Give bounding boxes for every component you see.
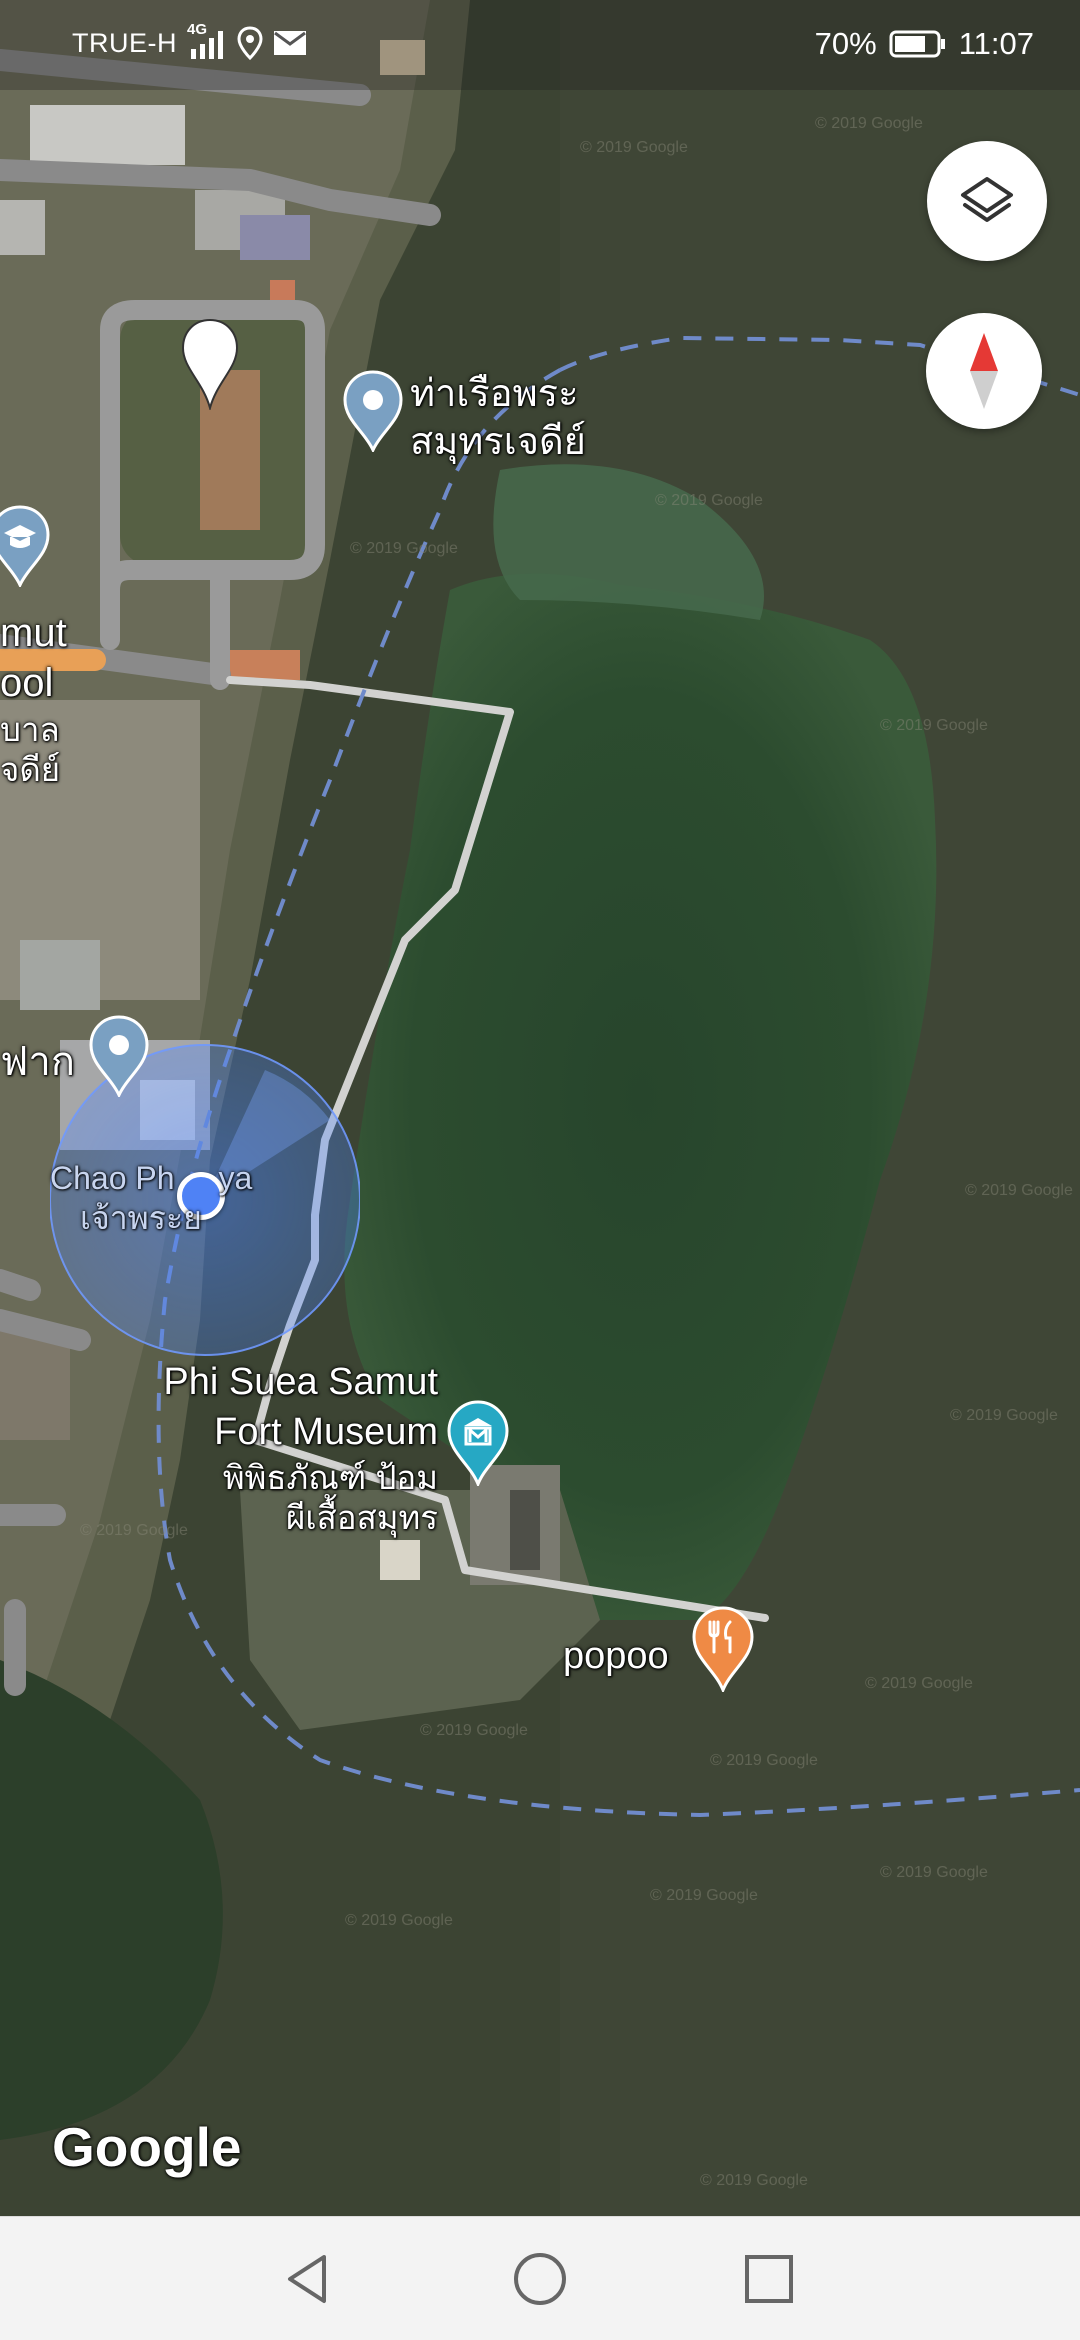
compass-icon — [970, 333, 998, 409]
chao-phraya-label-th: เจ้าพระย — [80, 1200, 202, 1236]
pier-label-line2: สมุทรเจดีย์ — [410, 421, 586, 463]
pier-place-pin-icon[interactable] — [343, 370, 403, 452]
museum-label-line4: ผีเสื้อสมุทร — [286, 1499, 438, 1536]
svg-text:© 2019 Google: © 2019 Google — [345, 1912, 453, 1929]
museum-label-line1: Phi Suea Samut — [163, 1361, 438, 1403]
back-button[interactable] — [270, 2241, 346, 2317]
home-button[interactable] — [502, 2241, 578, 2317]
carrier-name: TRUE-H — [72, 27, 177, 58]
compass-button[interactable] — [926, 313, 1042, 429]
svg-text:© 2019 Google: © 2019 Google — [815, 115, 923, 132]
school-label-line4: จดีย์ — [0, 751, 61, 788]
pier-label[interactable]: ท่าเรือพระ สมุทรเจดีย์ — [410, 370, 586, 466]
layers-icon — [961, 177, 1013, 222]
restaurant-label[interactable]: popoo — [563, 1632, 669, 1680]
svg-text:© 2019 Google: © 2019 Google — [80, 1522, 188, 1539]
museum-label-thai: พิพิธภัณฑ์ ป้อม ผีเสื้อสมุทร — [223, 1458, 438, 1538]
battery-icon — [889, 30, 945, 58]
home-icon — [514, 2253, 566, 2305]
recents-icon — [745, 2255, 793, 2303]
mail-icon — [274, 31, 306, 55]
museum-label[interactable]: Phi Suea Samut — [163, 1358, 438, 1406]
svg-text:© 2019 Google: © 2019 Google — [655, 492, 763, 509]
school-label-line2: ool — [0, 661, 54, 705]
clock: 11:07 — [958, 26, 1034, 61]
svg-text:© 2019 Google: © 2019 Google — [580, 139, 688, 156]
recents-button[interactable] — [731, 2241, 807, 2317]
google-logo: Google — [52, 2116, 242, 2178]
pier-label-line1: ท่าเรือพระ — [410, 373, 579, 415]
back-icon — [288, 2255, 326, 2303]
chao-phraya-label[interactable]: Chao Ph ya เจ้าพระย — [50, 1158, 252, 1238]
school-label-line3: บาล — [0, 711, 60, 748]
selected-place-pin-icon[interactable] — [181, 318, 239, 410]
maps-screen: © 2019 Google © 2019 Google © 2019 Googl… — [0, 0, 1080, 2340]
chao-phraya-label-en-end: ya — [218, 1160, 253, 1196]
school-pin-icon[interactable] — [0, 505, 50, 587]
signal-icon: 4G — [187, 21, 227, 59]
status-bar: TRUE-H 4G 70% 11:07 — [0, 0, 1080, 90]
layers-button[interactable] — [927, 141, 1047, 261]
svg-text:© 2019 Google: © 2019 Google — [880, 717, 988, 734]
school-label-line1: mut — [0, 611, 67, 655]
svg-text:© 2019 Google: © 2019 Google — [420, 1722, 528, 1739]
satellite-map[interactable]: © 2019 Google © 2019 Google © 2019 Googl… — [0, 0, 1080, 2216]
svg-text:© 2019 Google: © 2019 Google — [710, 1752, 818, 1769]
left-place-label[interactable]: ฟาก — [0, 1038, 75, 1086]
svg-text:© 2019 Google: © 2019 Google — [865, 1675, 973, 1692]
school-label-thai: บาล จดีย์ — [0, 710, 60, 790]
museum-label-line3: พิพิธภัณฑ์ ป้อม — [222, 1459, 438, 1496]
chao-phraya-label-en: Chao Ph — [50, 1160, 175, 1196]
system-navigation-bar — [0, 2216, 1080, 2340]
location-icon — [237, 26, 263, 60]
museum-pin-icon[interactable] — [447, 1400, 509, 1486]
svg-text:© 2019 Google: © 2019 Google — [880, 1864, 988, 1881]
school-label[interactable]: mut ool — [0, 608, 67, 708]
svg-text:© 2019 Google: © 2019 Google — [350, 540, 458, 557]
svg-text:© 2019 Google: © 2019 Google — [950, 1407, 1058, 1424]
svg-text:© 2019 Google: © 2019 Google — [650, 1887, 758, 1904]
place-pin-icon[interactable] — [89, 1015, 149, 1097]
museum-label-2[interactable]: Fort Museum — [214, 1408, 438, 1456]
museum-label-line2: Fort Museum — [214, 1411, 438, 1453]
restaurant-pin-icon[interactable] — [692, 1606, 754, 1692]
svg-text:© 2019 Google: © 2019 Google — [700, 2172, 808, 2189]
battery-percent: 70% — [814, 26, 877, 61]
svg-text:© 2019 Google: © 2019 Google — [965, 1182, 1073, 1199]
